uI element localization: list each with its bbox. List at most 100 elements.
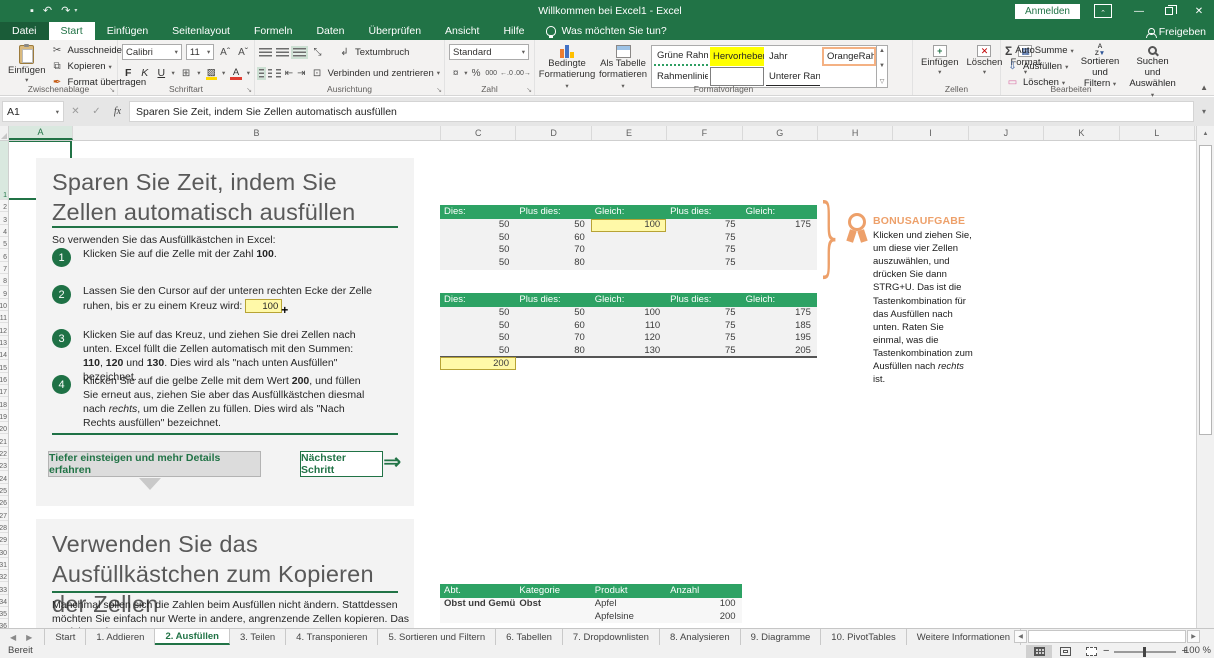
vertical-scrollbar[interactable]: ▲ bbox=[1196, 126, 1214, 628]
sheet-tab-pivottables[interactable]: 10. PivotTables bbox=[821, 629, 906, 645]
column-header-J[interactable]: J bbox=[969, 126, 1044, 140]
column-header-B[interactable]: B bbox=[73, 126, 441, 140]
t2-cell[interactable]: 50 bbox=[515, 307, 590, 320]
tab-daten[interactable]: Daten bbox=[304, 22, 356, 40]
wrap-text-button[interactable]: ↲Textumbruch bbox=[337, 45, 409, 60]
row-header-18[interactable]: 18 bbox=[0, 397, 8, 409]
page-break-view-icon[interactable] bbox=[1078, 645, 1104, 658]
number-dialog-launcher[interactable]: ↘ bbox=[526, 86, 532, 94]
cancel-icon[interactable]: ✕ bbox=[66, 101, 85, 122]
borders-icon[interactable]: ⊞ bbox=[179, 66, 193, 80]
t1-cell[interactable]: 80 bbox=[515, 257, 590, 270]
scroll-left-icon[interactable]: ◀ bbox=[1014, 630, 1027, 643]
autosum-button[interactable]: ΣAutoSumme ▾ bbox=[1005, 43, 1074, 58]
column-header-E[interactable]: E bbox=[592, 126, 667, 140]
row-header-22[interactable]: 22 bbox=[0, 447, 8, 459]
row-header-25[interactable]: 25 bbox=[0, 484, 8, 496]
percent-icon[interactable]: % bbox=[469, 66, 482, 80]
bold-button[interactable]: F bbox=[122, 67, 135, 79]
scroll-up-icon[interactable]: ▲ bbox=[1197, 126, 1214, 141]
t2-cell[interactable]: 120 bbox=[591, 332, 666, 345]
sheet-tab-start[interactable]: Start bbox=[44, 629, 86, 645]
select-all-corner[interactable] bbox=[0, 126, 9, 140]
align-top-icon[interactable] bbox=[259, 48, 272, 57]
column-header-F[interactable]: F bbox=[667, 126, 742, 140]
tab-ansicht[interactable]: Ansicht bbox=[433, 22, 491, 40]
row-header-35[interactable]: 35 bbox=[0, 607, 8, 619]
decrease-decimal-icon[interactable]: .00→ bbox=[515, 66, 530, 80]
redo-icon[interactable]: ↷ bbox=[61, 6, 70, 17]
t1-cell[interactable]: 75 bbox=[666, 244, 741, 257]
row-header-15[interactable]: 15 bbox=[0, 360, 8, 372]
t2-cell[interactable]: 175 bbox=[742, 307, 817, 320]
row-header-31[interactable]: 31 bbox=[0, 558, 8, 570]
t1-cell[interactable]: 50 bbox=[440, 219, 515, 232]
undo-icon[interactable]: ↶ bbox=[43, 6, 52, 17]
scroll-right-icon[interactable]: ▶ bbox=[1187, 630, 1200, 643]
column-header-H[interactable]: H bbox=[818, 126, 893, 140]
increase-indent-icon[interactable]: ⇥ bbox=[297, 66, 305, 80]
row-header-3[interactable]: 3 bbox=[0, 212, 8, 224]
row-header-27[interactable]: 27 bbox=[0, 508, 8, 520]
sheet-tab-analysieren[interactable]: 8. Analysieren bbox=[660, 629, 741, 645]
t2-cell[interactable]: 130 bbox=[591, 345, 666, 358]
increase-decimal-icon[interactable]: ←.0 bbox=[500, 66, 513, 80]
row-header-24[interactable]: 24 bbox=[0, 471, 8, 483]
font-size-combo[interactable]: 11▾ bbox=[186, 44, 214, 60]
row-header-6[interactable]: 6 bbox=[0, 249, 8, 261]
column-header-I[interactable]: I bbox=[893, 126, 968, 140]
align-right-icon[interactable] bbox=[276, 69, 281, 78]
t3-cell[interactable]: Obst bbox=[515, 598, 590, 611]
zoom-slider-knob[interactable] bbox=[1143, 647, 1146, 657]
t3-cell[interactable]: 200 bbox=[666, 611, 741, 624]
t1-cell[interactable] bbox=[742, 257, 817, 270]
normal-view-icon[interactable] bbox=[1026, 645, 1052, 658]
row-header-13[interactable]: 13 bbox=[0, 336, 8, 348]
t1-cell[interactable]: 75 bbox=[666, 232, 741, 245]
sheet-nav-right-icon[interactable]: ▶ bbox=[26, 633, 32, 642]
tab-seitenlayout[interactable]: Seitenlayout bbox=[160, 22, 242, 40]
zoom-out-icon[interactable]: − bbox=[1103, 646, 1109, 657]
accounting-format-icon[interactable]: ¤ bbox=[449, 66, 462, 80]
t2-cell[interactable]: 75 bbox=[666, 332, 741, 345]
row-header-29[interactable]: 29 bbox=[0, 533, 8, 545]
share-button[interactable]: Freigeben bbox=[1146, 26, 1206, 38]
align-bottom-icon[interactable] bbox=[293, 48, 306, 57]
row-header-33[interactable]: 33 bbox=[0, 582, 8, 594]
t1-cell[interactable]: 50 bbox=[440, 257, 515, 270]
delete-cells-button[interactable]: ✕ Löschen▾ bbox=[963, 43, 1007, 78]
column-header-K[interactable]: K bbox=[1044, 126, 1119, 140]
zoom-slider[interactable] bbox=[1114, 651, 1176, 653]
clipboard-dialog-launcher[interactable]: ↘ bbox=[109, 86, 115, 94]
signin-button[interactable]: Anmelden bbox=[1015, 4, 1080, 19]
sheet-tab-diagramme[interactable]: 9. Diagramme bbox=[741, 629, 822, 645]
t3-cell[interactable]: Obst und Gemüse bbox=[440, 598, 515, 611]
t1-cell[interactable]: 50 bbox=[440, 232, 515, 245]
vertical-scroll-thumb[interactable] bbox=[1199, 145, 1212, 435]
style-orangerah[interactable]: OrangeRah... bbox=[822, 47, 876, 66]
row-header-8[interactable]: 8 bbox=[0, 274, 8, 286]
number-format-combo[interactable]: Standard▾ bbox=[449, 44, 529, 60]
tab-ueberpruefen[interactable]: Überprüfen bbox=[357, 22, 434, 40]
sheet-tab-sortieren[interactable]: 5. Sortieren und Filtern bbox=[378, 629, 496, 645]
t2-cell[interactable]: 75 bbox=[666, 320, 741, 333]
row-header-2[interactable]: 2 bbox=[0, 200, 8, 212]
column-header-A[interactable]: A bbox=[9, 126, 73, 140]
t1-cell[interactable]: 75 bbox=[666, 257, 741, 270]
save-icon[interactable]: ▪︎ bbox=[30, 6, 34, 17]
row-header-11[interactable]: 11 bbox=[0, 311, 8, 323]
tab-hilfe[interactable]: Hilfe bbox=[491, 22, 536, 40]
column-header-L[interactable]: L bbox=[1120, 126, 1195, 140]
t1-cell[interactable]: 60 bbox=[515, 232, 590, 245]
tab-start[interactable]: Start bbox=[49, 22, 95, 40]
t2-cell[interactable]: 75 bbox=[666, 345, 741, 358]
t1-cell[interactable]: 75 bbox=[666, 219, 741, 232]
paste-button[interactable]: Einfügen▾ bbox=[4, 43, 50, 90]
ribbon-display-options-icon[interactable]: ⌃ bbox=[1094, 4, 1112, 18]
formula-bar-expand-icon[interactable]: ▾ bbox=[1196, 107, 1212, 116]
row-header-17[interactable]: 17 bbox=[0, 385, 8, 397]
row-header-21[interactable]: 21 bbox=[0, 434, 8, 446]
row-header-16[interactable]: 16 bbox=[0, 373, 8, 385]
fill-color-icon[interactable]: ▨ bbox=[205, 67, 218, 80]
t2-cell[interactable]: 205 bbox=[742, 345, 817, 358]
